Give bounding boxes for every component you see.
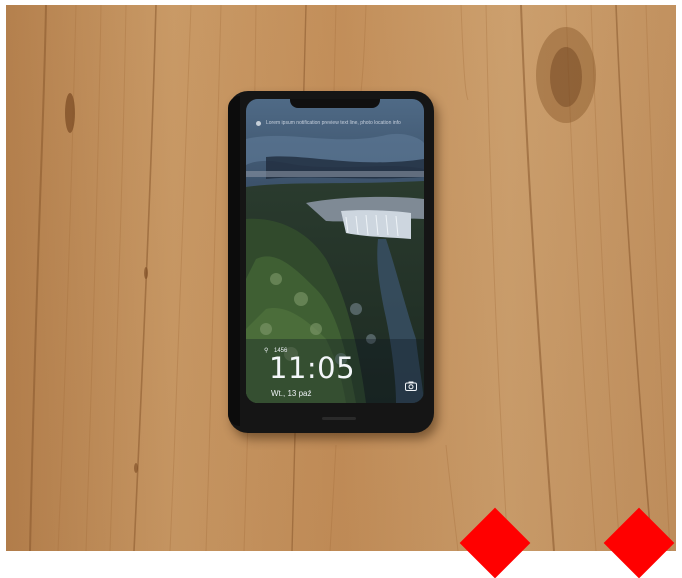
lock-screen-date: Wt., 13 paź	[271, 389, 312, 398]
notification-dot-icon	[256, 121, 261, 126]
phone-case-flap	[228, 96, 240, 426]
lock-screen: Lorem ipsum notification preview text li…	[246, 99, 424, 403]
phone-bottom-slot	[322, 417, 356, 420]
notification-text: Lorem ipsum notification preview text li…	[266, 120, 401, 126]
image-frame: Lorem ipsum notification preview text li…	[0, 0, 682, 578]
camera-icon[interactable]	[405, 381, 417, 391]
lock-screen-clock: 11:05	[269, 351, 356, 385]
display-notch	[290, 99, 380, 108]
